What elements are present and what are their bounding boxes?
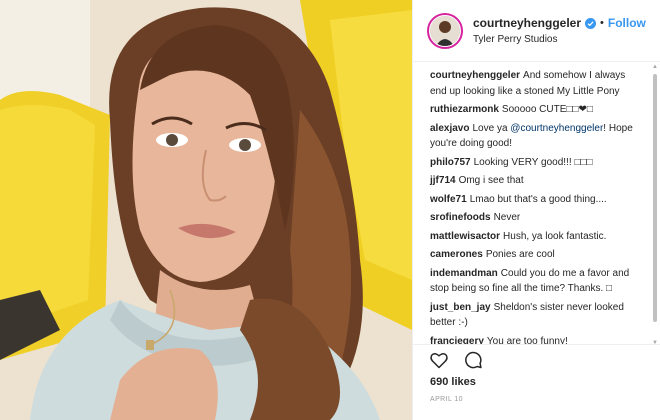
comment-username[interactable]: philo757: [430, 157, 471, 168]
comment-text: Sooooo CUTE□□❤□: [501, 104, 593, 115]
comment-text: You are too funny!: [486, 335, 568, 345]
post-date: APRIL 10: [430, 396, 463, 403]
username-link[interactable]: courtneyhenggeler: [473, 16, 581, 30]
comment-text: Never: [493, 212, 521, 223]
comment-username[interactable]: camerones: [430, 249, 483, 260]
comment-item: ruthiezarmonk Sooooo CUTE□□❤□: [430, 102, 641, 118]
post-photo[interactable]: [0, 0, 412, 420]
separator-dot: •: [600, 17, 604, 29]
comment-text: Hush, ya look fantastic.: [503, 230, 607, 242]
comment-username[interactable]: courtneyhenggeler: [430, 70, 520, 81]
comment-text: Looking VERY good!!! □□□: [473, 156, 593, 168]
scroll-thumb[interactable]: [653, 74, 657, 322]
comment-item: franciegery You are too funny!: [430, 334, 641, 345]
scroll-up-icon[interactable]: ▲: [652, 64, 658, 70]
comment-item: courtneyhenggeler And somehow I always en…: [430, 68, 641, 99]
header-text: courtneyhenggeler • Follow Tyler Perry S…: [473, 16, 646, 45]
avatar-image: [430, 15, 460, 46]
verified-badge-icon: [585, 17, 597, 29]
comment-icon[interactable]: [463, 350, 483, 370]
comments-list: courtneyhenggeler And somehow I always en…: [413, 64, 651, 344]
likes-count[interactable]: 690 likes: [430, 376, 476, 388]
comment-item: indemandman Could you do me a favor and s…: [430, 266, 641, 297]
user-row: courtneyhenggeler • Follow: [473, 16, 646, 30]
comment-text: Lmao but that's a good thing....: [469, 193, 607, 205]
comment-username[interactable]: ruthiezarmonk: [430, 104, 499, 115]
comment-item: jjf714 Omg i see that: [430, 173, 641, 189]
follow-button[interactable]: Follow: [608, 16, 646, 30]
photo-illustration: [0, 0, 412, 420]
location-link[interactable]: Tyler Perry Studios: [473, 34, 646, 45]
instagram-post: courtneyhenggeler • Follow Tyler Perry S…: [0, 0, 660, 420]
comment-item: alexjavo Love ya @courtneyhenggeler! Hope…: [430, 121, 641, 152]
comments-scrollbar[interactable]: ▲ ▼: [652, 64, 658, 346]
heart-icon[interactable]: [429, 350, 449, 370]
comment-username[interactable]: just_ben_jay: [430, 302, 491, 313]
comment-username[interactable]: jjf714: [430, 175, 456, 186]
comment-item: just_ben_jay Sheldon's sister never looke…: [430, 300, 641, 331]
avatar[interactable]: [430, 15, 460, 46]
comment-item: wolfe71 Lmao but that's a good thing....: [430, 192, 641, 208]
post-sidebar: courtneyhenggeler • Follow Tyler Perry S…: [412, 0, 660, 420]
comment-username[interactable]: srofinefoods: [430, 212, 491, 223]
comment-username[interactable]: mattlewisactor: [430, 231, 500, 242]
comment-text: Ponies are cool: [485, 249, 555, 260]
comment-username[interactable]: franciegery: [430, 336, 484, 345]
comment-username[interactable]: indemandman: [430, 268, 498, 279]
post-header: courtneyhenggeler • Follow Tyler Perry S…: [413, 0, 660, 62]
avatar-ring[interactable]: [427, 12, 463, 49]
comment-text: Omg i see that: [458, 175, 524, 186]
comment-item: camerones Ponies are cool: [430, 247, 641, 263]
comment-username[interactable]: wolfe71: [430, 194, 467, 205]
comment-item: srofinefoods Never: [430, 210, 641, 226]
comment-item: philo757 Looking VERY good!!! □□□: [430, 155, 641, 171]
post-actions: [413, 344, 660, 374]
comment-text: Love ya: [472, 122, 511, 134]
comment-item: mattlewisactor Hush, ya look fantastic.: [430, 229, 641, 245]
comment-username[interactable]: alexjavo: [430, 123, 469, 134]
mention-link[interactable]: @courtneyhenggeler: [510, 123, 603, 134]
